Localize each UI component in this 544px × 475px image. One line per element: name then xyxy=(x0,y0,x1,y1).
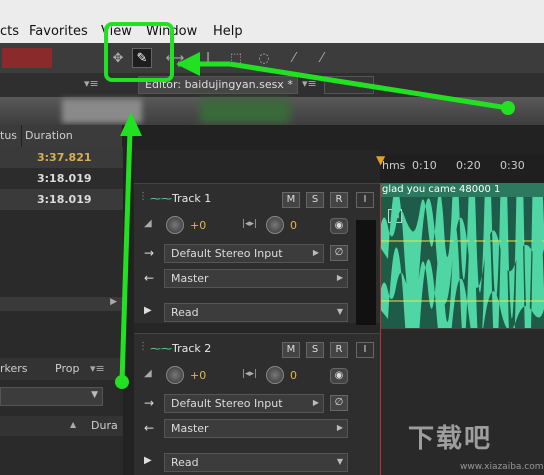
watermark-url: www.xiazaiba.com xyxy=(460,462,544,472)
annotation-overlay xyxy=(104,22,515,389)
watermark-logo: 下载吧 xyxy=(408,424,493,454)
